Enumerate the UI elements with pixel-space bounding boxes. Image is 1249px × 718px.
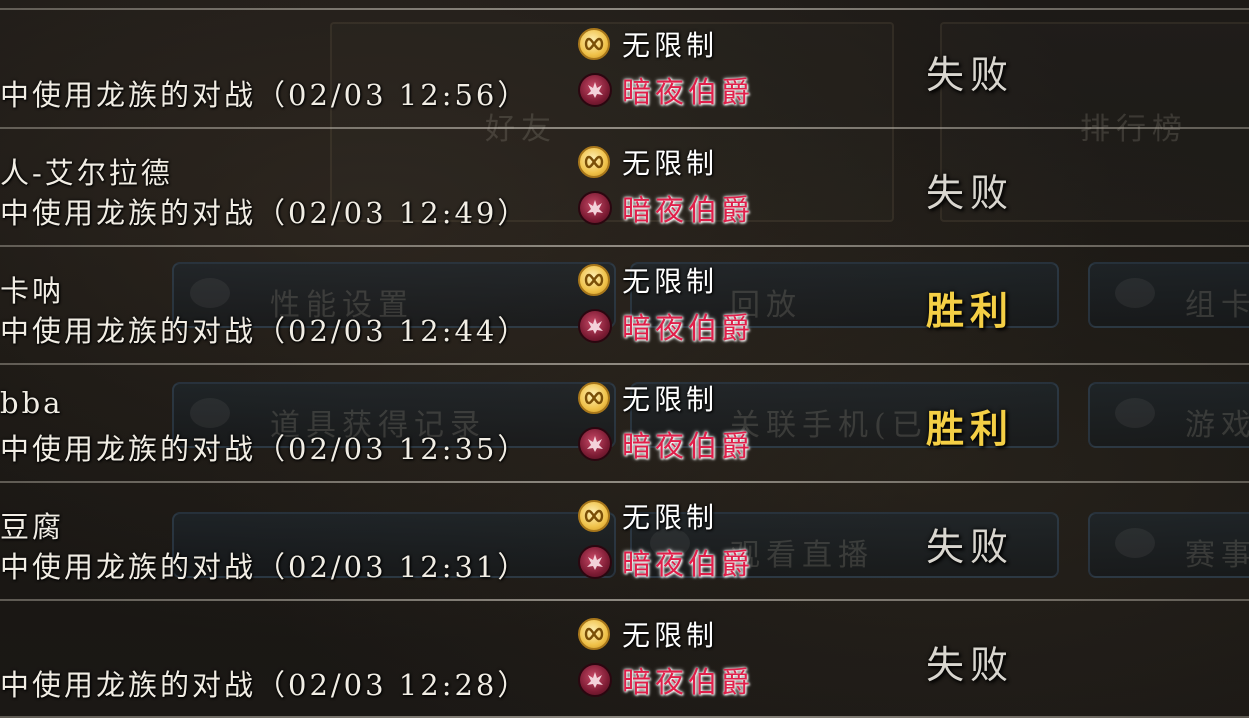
match-description: 中使用龙族的对战（02/03 12:35） [0, 432, 530, 466]
format-tag: 无限制 [578, 498, 718, 534]
format-label: 无限制 [622, 147, 719, 180]
vampire-crest-icon [578, 191, 612, 225]
class-tag: 暗夜伯爵 [578, 542, 754, 582]
infinity-icon [578, 618, 610, 650]
match-history-screen: 好友 排行榜 性能设置 回放 组卡 道具获得记录 关联手机(已 游戏 观看直播 … [0, 0, 1249, 718]
format-label: 无限制 [622, 619, 719, 652]
vampire-crest-icon [578, 309, 612, 343]
class-label: 暗夜伯爵 [622, 429, 755, 463]
opponent-name: 人-艾尔拉德 [0, 156, 173, 190]
match-row[interactable]: 豆腐 中使用龙族的对战（02/03 12:31） 无限制 暗夜伯爵 失败 [0, 482, 1249, 599]
class-label: 暗夜伯爵 [622, 193, 755, 227]
infinity-icon [578, 146, 610, 178]
result-label: 胜利 [926, 288, 1015, 333]
infinity-icon [578, 28, 610, 60]
format-label: 无限制 [622, 29, 719, 62]
format-tag: 无限制 [578, 380, 718, 416]
vampire-crest-icon [578, 73, 612, 107]
format-tag: 无限制 [578, 262, 718, 298]
class-tag: 暗夜伯爵 [578, 306, 754, 346]
match-description: 中使用龙族的对战（02/03 12:49） [0, 196, 530, 230]
class-tag: 暗夜伯爵 [578, 70, 754, 110]
class-tag: 暗夜伯爵 [578, 660, 754, 700]
match-row[interactable]: bba 中使用龙族的对战（02/03 12:35） 无限制 暗夜伯爵 胜利 [0, 364, 1249, 481]
format-label: 无限制 [622, 501, 719, 534]
infinity-icon [578, 500, 610, 532]
vampire-crest-icon [578, 545, 612, 579]
match-description: 中使用龙族的对战（02/03 12:56） [0, 78, 530, 112]
opponent-name: 卡呐 [0, 274, 65, 308]
opponent-name: 豆腐 [0, 510, 65, 544]
class-label: 暗夜伯爵 [622, 311, 755, 345]
result-label: 失败 [926, 643, 1015, 687]
match-description: 中使用龙族的对战（02/03 12:28） [0, 668, 530, 702]
format-tag: 无限制 [578, 144, 718, 180]
result-label: 失败 [926, 53, 1015, 97]
format-label: 无限制 [622, 383, 719, 416]
match-description: 中使用龙族的对战（02/03 12:31） [0, 550, 530, 584]
format-label: 无限制 [622, 265, 719, 298]
format-tag: 无限制 [578, 616, 718, 652]
class-label: 暗夜伯爵 [622, 665, 755, 699]
class-tag: 暗夜伯爵 [578, 424, 754, 464]
infinity-icon [578, 382, 610, 414]
result-label: 胜利 [926, 406, 1015, 451]
match-history-list: 中使用龙族的对战（02/03 12:56） 无限制 暗夜伯爵 失败 人-艾尔拉德… [0, 0, 1249, 718]
result-label: 失败 [926, 525, 1015, 569]
match-row[interactable]: 卡呐 中使用龙族的对战（02/03 12:44） 无限制 暗夜伯爵 胜利 [0, 246, 1249, 363]
result-label: 失败 [926, 171, 1015, 215]
class-tag: 暗夜伯爵 [578, 188, 754, 228]
vampire-crest-icon [578, 663, 612, 697]
match-row[interactable]: 中使用龙族的对战（02/03 12:56） 无限制 暗夜伯爵 失败 [0, 10, 1249, 127]
class-label: 暗夜伯爵 [622, 75, 755, 109]
vampire-crest-icon [578, 427, 612, 461]
opponent-name: bba [0, 386, 64, 420]
format-tag: 无限制 [578, 26, 718, 62]
match-row[interactable]: 中使用龙族的对战（02/03 12:28） 无限制 暗夜伯爵 失败 [0, 600, 1249, 717]
match-row[interactable]: 人-艾尔拉德 中使用龙族的对战（02/03 12:49） 无限制 暗夜伯爵 失败 [0, 128, 1249, 245]
infinity-icon [578, 264, 610, 296]
class-label: 暗夜伯爵 [622, 547, 755, 581]
match-description: 中使用龙族的对战（02/03 12:44） [0, 314, 530, 348]
